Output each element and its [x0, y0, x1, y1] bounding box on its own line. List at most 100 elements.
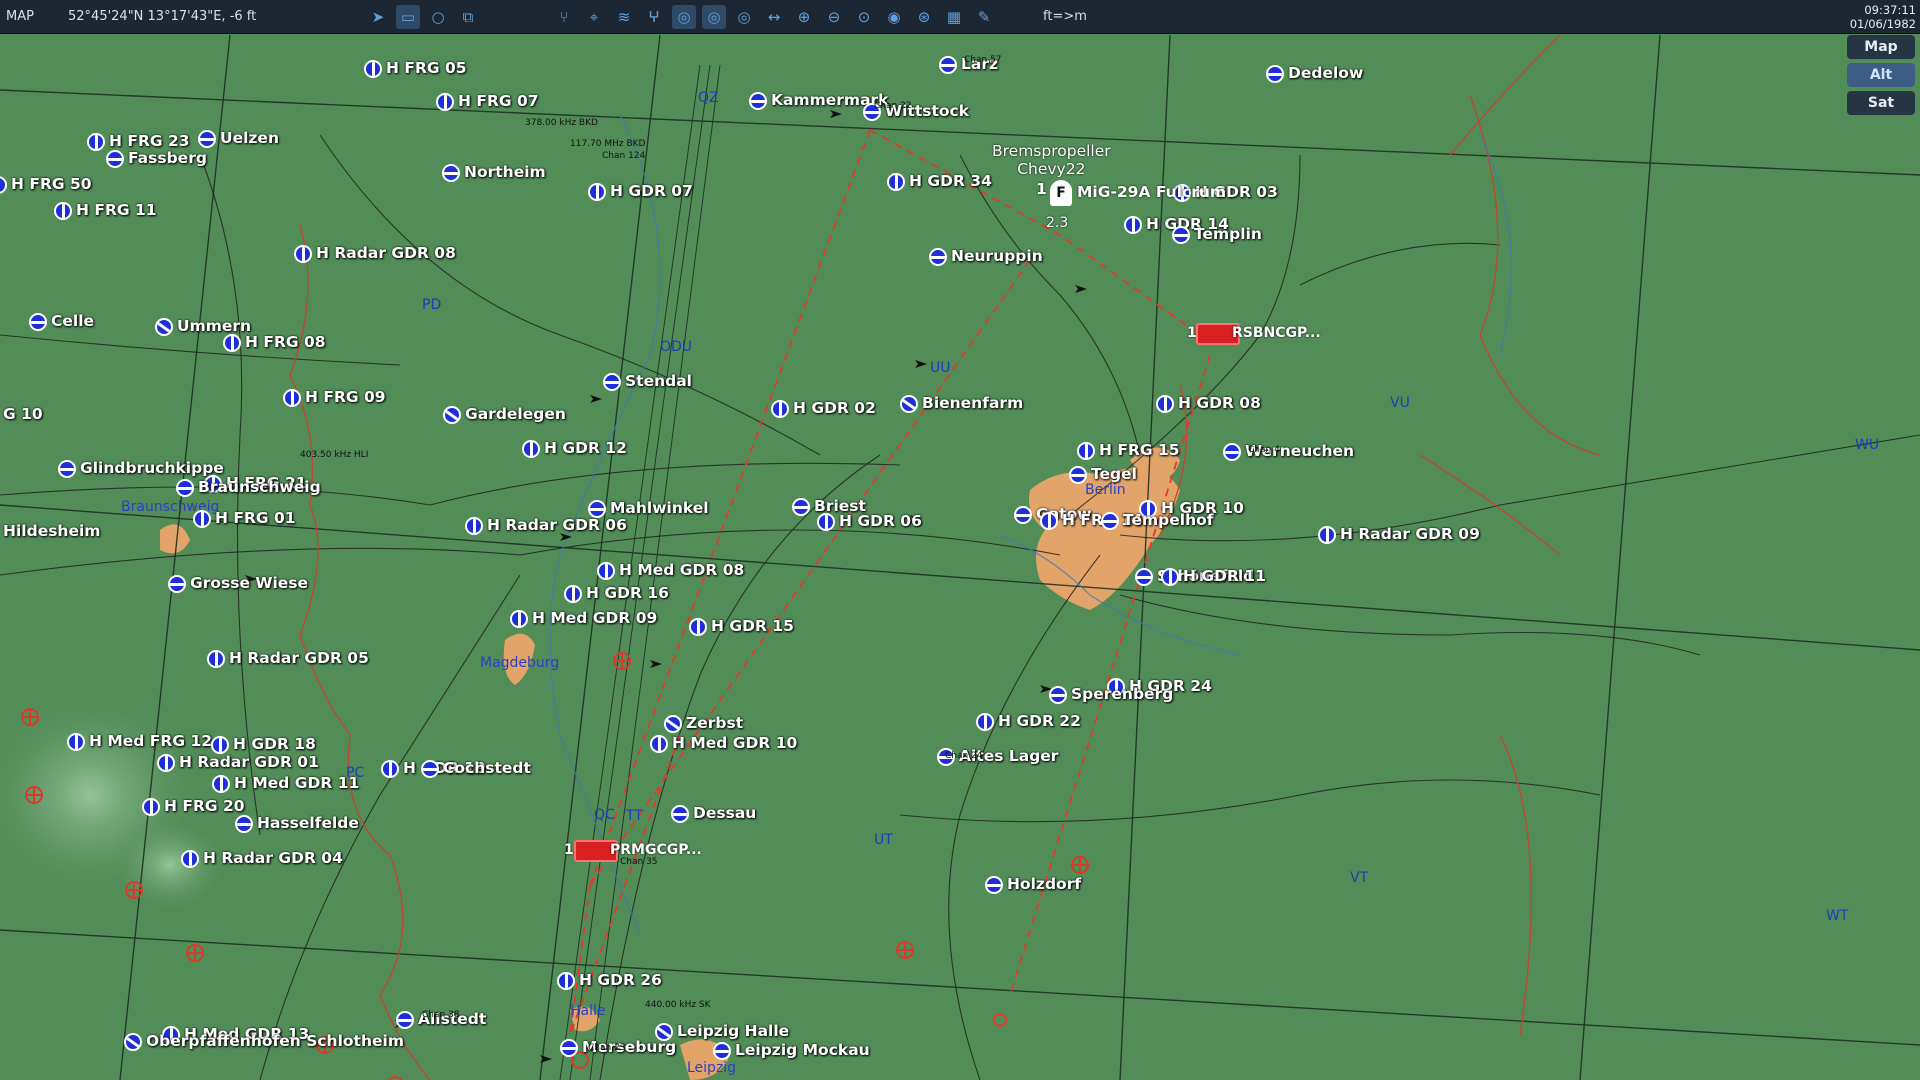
- navaid-icon[interactable]: [198, 130, 216, 148]
- navaid-icon[interactable]: [87, 133, 105, 151]
- navaid-icon[interactable]: [887, 173, 905, 191]
- navaid-icon[interactable]: [54, 202, 72, 220]
- navaid-icon[interactable]: [664, 715, 682, 733]
- navaid-icon[interactable]: [564, 585, 582, 603]
- ruler-icon[interactable]: ↔: [762, 5, 786, 29]
- navaid-icon[interactable]: [421, 760, 439, 778]
- navaid-icon[interactable]: [396, 1011, 414, 1029]
- navaid-icon[interactable]: [181, 850, 199, 868]
- navaid-label[interactable]: H GDR 06: [839, 512, 922, 530]
- navaid-label[interactable]: H GDR 15: [711, 617, 794, 635]
- navaid-label[interactable]: Dessau: [693, 804, 756, 822]
- navaid-icon[interactable]: [58, 460, 76, 478]
- navaid-icon[interactable]: [713, 1042, 731, 1060]
- navaid-icon[interactable]: [1223, 443, 1241, 461]
- navaid-label[interactable]: H FRG 11: [76, 201, 157, 219]
- navaid-label[interactable]: H Radar GDR 04: [203, 849, 343, 867]
- navaid-icon[interactable]: [671, 805, 689, 823]
- navaid-label[interactable]: Templin: [1194, 225, 1262, 243]
- route-icon[interactable]: ⑂: [552, 5, 576, 29]
- navaid-icon[interactable]: [1049, 686, 1067, 704]
- navaid-icon[interactable]: [976, 713, 994, 731]
- navaid-icon[interactable]: [157, 754, 175, 772]
- navaid-label[interactable]: H FRG 50: [11, 175, 92, 193]
- navaid-icon[interactable]: [597, 562, 615, 580]
- grid-icon[interactable]: ▦: [942, 5, 966, 29]
- globe-icon[interactable]: ⊛: [912, 5, 936, 29]
- navaid-label[interactable]: H FRG 05: [386, 59, 467, 77]
- navaid-icon[interactable]: [689, 618, 707, 636]
- zoom-in-icon[interactable]: ⊕: [792, 5, 816, 29]
- circle-icon[interactable]: ○: [426, 5, 450, 29]
- navaid-icon[interactable]: [283, 389, 301, 407]
- navaid-icon[interactable]: [106, 150, 124, 168]
- radar-icon[interactable]: ◎: [672, 5, 696, 29]
- navaid-icon[interactable]: [124, 1033, 142, 1051]
- navaid-icon[interactable]: [817, 513, 835, 531]
- navaid-label[interactable]: H FRG 08: [245, 333, 326, 351]
- navaid-label[interactable]: H GDR 07: [610, 182, 693, 200]
- navaid-label[interactable]: Grosse Wiese: [190, 574, 308, 592]
- navaid-icon[interactable]: [142, 798, 160, 816]
- layers-icon[interactable]: ⧉: [456, 5, 480, 29]
- navaid-icon[interactable]: [792, 498, 810, 516]
- navaid-label[interactable]: Ummern: [177, 317, 251, 335]
- navaid-label[interactable]: Holzdorf: [1007, 875, 1081, 893]
- navaid-label[interactable]: H GDR 26: [579, 971, 662, 989]
- navaid-icon[interactable]: [207, 650, 225, 668]
- send-icon[interactable]: ➤: [366, 5, 390, 29]
- navaid-label[interactable]: H Radar GDR 09: [1340, 525, 1480, 543]
- navaid-icon[interactable]: [29, 313, 47, 331]
- zoom-fit-icon[interactable]: ⊙: [852, 5, 876, 29]
- navaid-label[interactable]: H FRG 23: [109, 132, 190, 150]
- navaid-label[interactable]: H GDR 22: [998, 712, 1081, 730]
- navaid-label[interactable]: Tempelhof: [1123, 511, 1214, 529]
- keyboard-icon[interactable]: ▭: [396, 5, 420, 29]
- radar3-icon[interactable]: ◎: [732, 5, 756, 29]
- pen-icon[interactable]: ✎: [972, 5, 996, 29]
- navaid-label[interactable]: Northeim: [464, 163, 546, 181]
- map-layer-button[interactable]: Map: [1847, 35, 1915, 59]
- navaid-label[interactable]: Glindbruchkippe: [80, 459, 224, 477]
- navaid-icon[interactable]: [1135, 568, 1153, 586]
- navaid-label[interactable]: Hildesheim: [3, 522, 100, 540]
- navaid-icon[interactable]: [1124, 216, 1142, 234]
- navaid-label[interactable]: Gardelegen: [465, 405, 566, 423]
- navaid-icon[interactable]: [193, 510, 211, 528]
- navaid-label[interactable]: H Radar GDR 08: [316, 244, 456, 262]
- navaid-icon[interactable]: [436, 93, 454, 111]
- navaid-label[interactable]: Mahlwinkel: [610, 499, 709, 517]
- navaid-icon[interactable]: [0, 176, 7, 194]
- navaid-label[interactable]: H GDR 11: [1183, 567, 1266, 585]
- navaid-icon[interactable]: [67, 733, 85, 751]
- alt-layer-button[interactable]: Alt: [1847, 63, 1915, 87]
- navaid-label[interactable]: Sperenberg: [1071, 685, 1173, 703]
- navaid-icon[interactable]: [176, 479, 194, 497]
- navaid-icon[interactable]: [168, 575, 186, 593]
- navaid-label[interactable]: H FRG 07: [458, 92, 539, 110]
- zoom-out-icon[interactable]: ⊖: [822, 5, 846, 29]
- navaid-label[interactable]: Dedelow: [1288, 64, 1363, 82]
- navaid-icon[interactable]: [211, 736, 229, 754]
- map-view[interactable]: PD ODU UU VU WU PC QC TT UT VT WT QZ Berlin Magdebur…: [0, 35, 1920, 1080]
- navaid-label[interactable]: H FRG 01: [215, 509, 296, 527]
- navaid-label[interactable]: H FRG 20: [164, 797, 245, 815]
- navaid-label[interactable]: H Med GDR 11: [234, 774, 359, 792]
- navaid-icon[interactable]: [1266, 65, 1284, 83]
- navaid-icon[interactable]: [235, 815, 253, 833]
- navaid-label[interactable]: Cochstedt: [443, 759, 531, 777]
- navaid-icon[interactable]: [650, 735, 668, 753]
- navaid-label[interactable]: H GDR 02: [793, 399, 876, 417]
- navaid-label[interactable]: G 10: [3, 405, 43, 423]
- navaid-icon[interactable]: [443, 406, 461, 424]
- bullseye-icon[interactable]: ◉: [882, 5, 906, 29]
- navaid-icon[interactable]: [442, 164, 460, 182]
- navaid-icon[interactable]: [212, 775, 230, 793]
- navaid-icon[interactable]: [1156, 395, 1174, 413]
- navaid-icon[interactable]: [560, 1039, 578, 1057]
- radar2-icon[interactable]: ◎: [702, 5, 726, 29]
- sat-layer-button[interactable]: Sat: [1847, 91, 1915, 115]
- wifi-icon[interactable]: ≋: [612, 5, 636, 29]
- navaid-icon[interactable]: [155, 318, 173, 336]
- navaid-label[interactable]: Celle: [51, 312, 94, 330]
